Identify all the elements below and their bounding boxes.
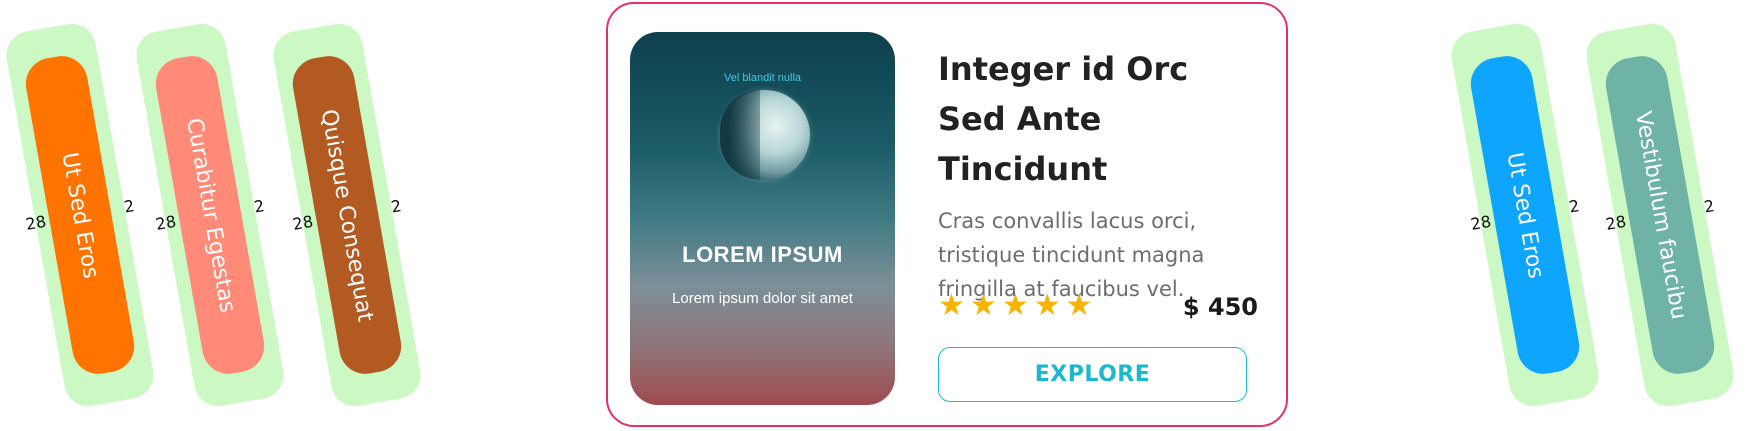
product-card: Vel blandit nulla LOREM IPSUM Lorem ipsu… <box>606 2 1288 427</box>
side-card-number-right: 2 <box>122 196 136 217</box>
side-card-number-left: 28 <box>1469 211 1493 234</box>
product-price: $ 450 <box>1182 293 1258 321</box>
side-card-number-right: 2 <box>1567 196 1581 217</box>
star-rating: ★ ★ ★ ★ ★ <box>938 289 1093 323</box>
cover-kicker: Vel blandit nulla <box>723 72 802 84</box>
side-card-number-right: 2 <box>1702 196 1716 217</box>
side-card-label: Ut Sed Eros <box>56 150 104 280</box>
star-icon: ★ <box>1033 289 1061 322</box>
side-card-3[interactable]: 28 2 Quisque Consequat <box>269 20 425 410</box>
side-card-5[interactable]: 28 2 Vestibulum faucibu <box>1582 20 1738 410</box>
moon-image <box>720 90 810 180</box>
star-icon: ★ <box>1065 289 1093 322</box>
star-icon: ★ <box>938 289 965 322</box>
product-title: Integer id Orc Sed Ante Tincidunt <box>938 50 1189 188</box>
book-cover[interactable]: Vel blandit nulla LOREM IPSUM Lorem ipsu… <box>630 32 895 405</box>
cover-subtitle: Lorem ipsum dolor sit amet <box>672 290 853 307</box>
side-card-number-left: 28 <box>1604 211 1628 234</box>
explore-button[interactable]: EXPLORE <box>938 347 1247 402</box>
side-card-number-left: 28 <box>24 211 48 234</box>
side-card-1[interactable]: 28 2 Ut Sed Eros <box>2 20 158 410</box>
side-card-label: Ut Sed Eros <box>1501 150 1549 280</box>
side-card-number-left: 28 <box>154 211 178 234</box>
side-card-number-left: 28 <box>291 211 315 234</box>
cover-title: LOREM IPSUM <box>682 242 843 267</box>
rating-price-row: ★ ★ ★ ★ ★ $ 450 <box>938 289 1258 329</box>
side-card-2[interactable]: 28 2 Curabitur Egestas <box>132 20 288 410</box>
product-info: Integer id Orc Sed Ante Tincidunt Cras c… <box>938 44 1258 306</box>
star-icon: ★ <box>1001 289 1029 322</box>
side-card-4[interactable]: 28 2 Ut Sed Eros <box>1447 20 1603 410</box>
star-icon: ★ <box>969 289 997 322</box>
side-card-number-right: 2 <box>252 196 266 217</box>
side-card-number-right: 2 <box>389 196 403 217</box>
